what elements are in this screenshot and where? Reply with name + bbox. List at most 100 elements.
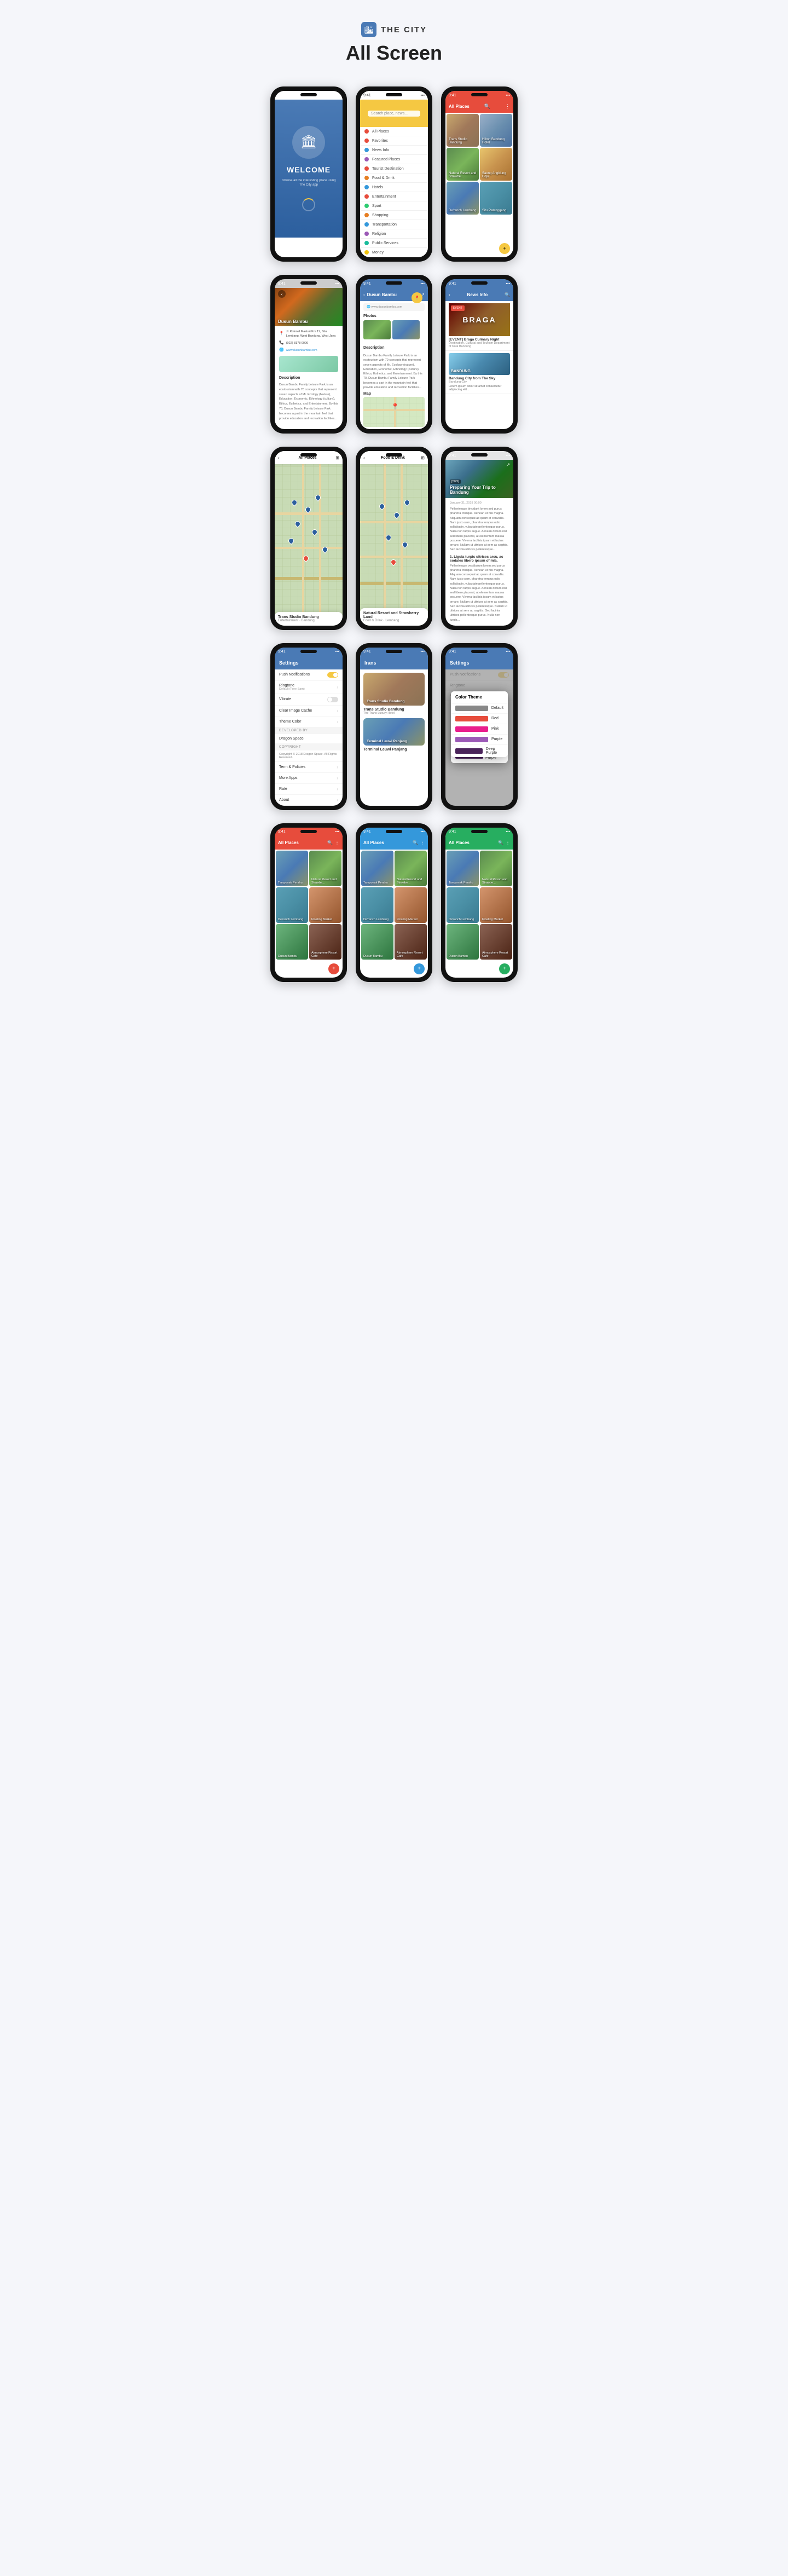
more-icon[interactable]: ⋮	[335, 840, 339, 845]
settings-item-ringtone[interactable]: Ringtone Default (Free Sam) ›	[275, 681, 343, 694]
place-item[interactable]: Dusun Bambu	[361, 924, 393, 960]
theme-pink[interactable]: Pink	[451, 724, 508, 735]
menu-item[interactable]: Food & Drink	[360, 174, 428, 183]
search-icon[interactable]: 🔍	[498, 840, 503, 845]
article-tag: [TIPS]	[450, 480, 461, 484]
back-button[interactable]: ‹	[363, 292, 365, 297]
settings-item-vibrate[interactable]: Vibrate	[275, 694, 343, 706]
place-item[interactable]: Tamponak Perahu	[361, 851, 393, 886]
place-item[interactable]: Dusun Bambu	[447, 924, 479, 960]
fab-button[interactable]: +	[414, 963, 425, 974]
settings-item-cache[interactable]: Clear Image Cache ›	[275, 706, 343, 717]
place-item[interactable]: Tamponak Perahu	[276, 851, 308, 886]
settings-item-terms[interactable]: Term & Policies ›	[275, 762, 343, 773]
menu-item[interactable]: Tourist Destination	[360, 164, 428, 174]
menu-dot	[364, 166, 369, 171]
place-item[interactable]: Atmosphere Resort Cafe	[309, 924, 341, 960]
settings-item-rate[interactable]: Rate ›	[275, 784, 343, 795]
place-item[interactable]: Natural Resort and Strawbe...	[309, 851, 341, 886]
photo-item[interactable]	[392, 320, 420, 339]
place-item[interactable]: Floating Market	[395, 887, 427, 923]
menu-item[interactable]: Money	[360, 248, 428, 257]
place-item[interactable]: Natural Resort and Strawbe...	[480, 851, 512, 886]
menu-item[interactable]: Sport	[360, 201, 428, 211]
menu-item[interactable]: Entertainment	[360, 192, 428, 201]
menu-item[interactable]: Favorites	[360, 136, 428, 146]
modal-title-text: Color Theme	[451, 691, 508, 703]
phone-newsinfo1: 9:41▪▪▪ ‹ News Info 🔍 BRAGA EVENT [EVENT…	[441, 275, 518, 434]
theme-purple[interactable]: Purple	[451, 735, 508, 745]
notch	[471, 93, 488, 96]
place-item[interactable]: De'ranch Lembang	[361, 887, 393, 923]
copyright-text: Copyright © 2018 Dragon Space. All Right…	[275, 750, 343, 762]
place-item[interactable]: Atmosphere Resort Cafe	[395, 924, 427, 960]
menu-item[interactable]: News Info	[360, 146, 428, 155]
ap-item[interactable]: Natural Resort and Strawbe...	[447, 148, 479, 181]
search-icon[interactable]: 🔍	[413, 840, 418, 845]
settings-item-theme[interactable]: Theme Color ›	[275, 717, 343, 727]
back-button[interactable]: ‹	[449, 292, 450, 297]
search-icon[interactable]: 🔍	[484, 103, 490, 109]
toggle-vibrate[interactable]	[327, 697, 338, 702]
ap-item[interactable]: Saung Angklung Udjo	[480, 148, 512, 181]
menu-item[interactable]: Public Services	[360, 239, 428, 248]
place-item[interactable]: Floating Market	[309, 887, 341, 923]
ap-item[interactable]: De'ranch Lembang	[447, 182, 479, 215]
map-container[interactable]: 📍	[363, 397, 425, 427]
fab-button[interactable]: +	[499, 243, 510, 254]
ap-item-bg: Trans Studio Bandung	[447, 114, 479, 147]
phone-menu: 9:41 ▪▪▪ Search place, news... All Place…	[356, 86, 432, 262]
back-button[interactable]: ‹	[278, 455, 280, 460]
layers-icon[interactable]: ⊞	[335, 455, 339, 460]
settings-item-notifications[interactable]: Push Notifications	[275, 669, 343, 681]
place-item[interactable]: Dusun Bambu	[276, 924, 308, 960]
place-card-2[interactable]: Terminal Leuwi Panjang Terminal Leuwi Pa…	[360, 718, 428, 755]
back-button[interactable]: ‹	[278, 290, 286, 298]
place-item[interactable]: Tamponak Perahu	[447, 851, 479, 886]
brand-name: THE CITY	[381, 25, 427, 34]
menu-item[interactable]: Transportation	[360, 220, 428, 229]
menu-item[interactable]: Religion	[360, 229, 428, 239]
news-event-item[interactable]: BRAGA EVENT [EVENT] Braga Culinary Night…	[445, 301, 513, 351]
fab-button[interactable]: +	[499, 963, 510, 974]
map-bottom-card[interactable]: Trans Studio Bandung Entertainment · Ban…	[275, 612, 343, 626]
menu-item[interactable]: Shopping	[360, 211, 428, 220]
fab-button[interactable]: +	[328, 963, 339, 974]
more-icon[interactable]: ⋮	[420, 840, 425, 845]
fab-directions[interactable]: 📍	[412, 292, 422, 303]
photo-item[interactable]	[363, 320, 391, 339]
layers-icon[interactable]: ⊞	[421, 455, 425, 460]
header-icons: 🔍 ⋮	[413, 840, 425, 845]
ap-item[interactable]: Hilton Bandung Hotel	[480, 114, 512, 147]
search-icon[interactable]: 🔍	[505, 292, 510, 297]
phone-allplaces-blue-inner: 9:41▪▪▪ All Places 🔍 ⋮ Tamponak Perahu N…	[360, 828, 428, 978]
ap-item[interactable]: Trans Studio Bandung	[447, 114, 479, 147]
place-item[interactable]: Natural Resort and Strawbe...	[395, 851, 427, 886]
place-card[interactable]: Trans Studio Bandung Trans Studio Bandun…	[360, 669, 428, 718]
menu-item[interactable]: All Places	[360, 127, 428, 136]
menu-item[interactable]: Hotels	[360, 183, 428, 192]
menu-dot	[364, 157, 369, 161]
map-bottom-card[interactable]: Natural Resort and Strawberry Land Food …	[360, 608, 428, 626]
menu-item[interactable]: Featured Places	[360, 155, 428, 164]
news-article-item[interactable]: BANDUNG Bandung City from The Sky Bandun…	[445, 351, 513, 394]
more-icon[interactable]: ⋮	[506, 840, 510, 845]
place-item[interactable]: De'ranch Lembang	[447, 887, 479, 923]
ap-item[interactable]: Situ Patenggang	[480, 182, 512, 215]
settings-item-about[interactable]: About ›	[275, 795, 343, 806]
theme-default[interactable]: Default	[451, 703, 508, 714]
search-icon[interactable]: 🔍	[327, 840, 333, 845]
theme-deeppurple[interactable]: Deep Purple	[451, 745, 508, 757]
place-item[interactable]: Floating Market	[480, 887, 512, 923]
back-button[interactable]: ‹	[363, 455, 365, 460]
menu-search[interactable]: Search place, news...	[368, 111, 420, 117]
more-icon[interactable]: ⋮	[505, 103, 510, 109]
theme-red[interactable]: Red	[451, 714, 508, 724]
place-item[interactable]: De'ranch Lembang	[276, 887, 308, 923]
settings-item-more[interactable]: More Apps ›	[275, 773, 343, 784]
phone-newsinfo1-inner: 9:41▪▪▪ ‹ News Info 🔍 BRAGA EVENT [EVENT…	[445, 279, 513, 429]
place-item[interactable]: Atmosphere Resort Cafe	[480, 924, 512, 960]
share-icon[interactable]: ↗	[506, 462, 510, 468]
toggle-notifications[interactable]	[327, 672, 338, 678]
ap-item-bg: De'ranch Lembang	[447, 182, 479, 215]
